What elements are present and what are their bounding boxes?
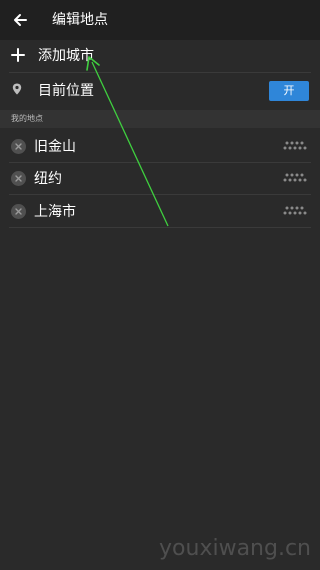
arrow-left-icon bbox=[14, 14, 27, 26]
page-title: 编辑地点 bbox=[52, 12, 108, 28]
divider bbox=[9, 227, 311, 228]
remove-icon[interactable] bbox=[11, 171, 26, 186]
plus-icon bbox=[11, 48, 25, 62]
drag-handle-icon[interactable] bbox=[283, 172, 307, 184]
remove-icon[interactable] bbox=[11, 204, 26, 219]
drag-handle-icon[interactable] bbox=[283, 140, 307, 152]
section-label: 我的地点 bbox=[11, 114, 43, 123]
current-location-toggle[interactable]: 开 bbox=[269, 81, 309, 101]
location-pin-icon bbox=[12, 83, 22, 95]
current-location-row: 目前位置 开 bbox=[0, 73, 320, 105]
list-item[interactable]: 纽约 bbox=[0, 163, 320, 195]
city-name: 旧金山 bbox=[34, 139, 76, 155]
current-location-label: 目前位置 bbox=[38, 83, 94, 99]
watermark: youxiwang.cn bbox=[159, 536, 311, 561]
remove-icon[interactable] bbox=[11, 139, 26, 154]
back-button[interactable] bbox=[6, 6, 34, 34]
edit-locations-screen: 编辑地点 添加城市 目前位置 开 我的地点 旧金山 纽约 上海市 youxiwa… bbox=[0, 0, 320, 570]
my-places-header: 我的地点 bbox=[0, 110, 320, 128]
add-city-label: 添加城市 bbox=[38, 48, 94, 64]
drag-handle-icon[interactable] bbox=[283, 205, 307, 217]
city-name: 上海市 bbox=[34, 204, 76, 220]
list-item[interactable]: 旧金山 bbox=[0, 131, 320, 163]
add-city-button[interactable]: 添加城市 bbox=[0, 40, 320, 72]
divider bbox=[9, 194, 311, 195]
app-bar: 编辑地点 bbox=[0, 0, 320, 40]
list-item[interactable]: 上海市 bbox=[0, 196, 320, 228]
city-name: 纽约 bbox=[34, 171, 62, 187]
